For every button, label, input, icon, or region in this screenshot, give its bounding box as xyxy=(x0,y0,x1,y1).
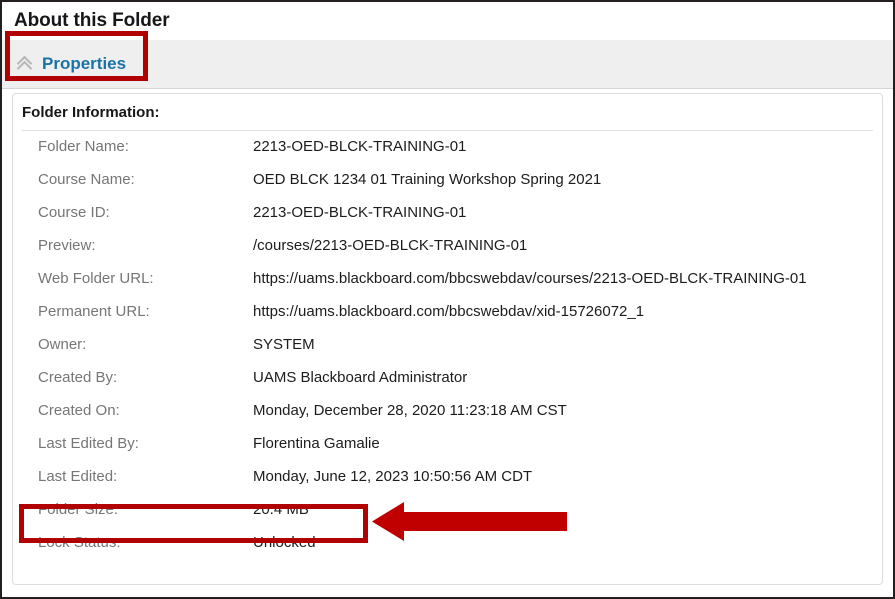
row-label: Preview: xyxy=(38,237,96,254)
table-row: Preview: /courses/2213-OED-BLCK-TRAINING… xyxy=(13,237,882,270)
row-label: Permanent URL: xyxy=(38,303,150,320)
row-label: Last Edited: xyxy=(38,468,118,485)
page-title: About this Folder xyxy=(14,10,170,31)
row-value: 20.4 MB xyxy=(253,501,309,518)
row-value: UAMS Blackboard Administrator xyxy=(253,369,468,386)
table-row: Owner: SYSTEM xyxy=(13,336,882,369)
row-value: Florentina Gamalie xyxy=(253,435,380,452)
folder-information-panel: Folder Information: Folder Name: 2213-OE… xyxy=(12,93,883,585)
chevron-up-double-icon xyxy=(16,55,34,77)
row-value: Unlocked xyxy=(253,534,316,551)
page-header: About this Folder xyxy=(2,2,893,40)
row-label: Last Edited By: xyxy=(38,435,139,452)
row-label: Course Name: xyxy=(38,171,135,188)
table-row: Lock Status: Unlocked xyxy=(13,534,882,567)
row-label: Owner: xyxy=(38,336,87,353)
section-heading: Folder Information: xyxy=(22,104,160,121)
row-label: Folder Name: xyxy=(38,138,129,155)
row-label: Lock Status: xyxy=(38,534,121,551)
row-label: Created By: xyxy=(38,369,118,386)
table-row: Folder Name: 2213-OED-BLCK-TRAINING-01 xyxy=(13,138,882,171)
table-row: Last Edited: Monday, June 12, 2023 10:50… xyxy=(13,468,882,501)
row-value: /courses/2213-OED-BLCK-TRAINING-01 xyxy=(253,237,528,254)
table-row: Permanent URL: https://uams.blackboard.c… xyxy=(13,303,882,336)
row-label: Created On: xyxy=(38,402,120,419)
row-value: Monday, June 12, 2023 10:50:56 AM CDT xyxy=(253,468,533,485)
tab-bar: Properties xyxy=(2,31,893,89)
row-value: https://uams.blackboard.com/bbcswebdav/c… xyxy=(253,270,807,287)
row-label: Folder Size: xyxy=(38,501,119,518)
table-row: Created By: UAMS Blackboard Administrato… xyxy=(13,369,882,402)
row-value: https://uams.blackboard.com/bbcswebdav/x… xyxy=(253,303,645,320)
row-value: OED BLCK 1234 01 Training Workshop Sprin… xyxy=(253,171,602,188)
row-value: 2213-OED-BLCK-TRAINING-01 xyxy=(253,138,467,155)
table-row: Last Edited By: Florentina Gamalie xyxy=(13,435,882,468)
table-row: Course Name: OED BLCK 1234 01 Training W… xyxy=(13,171,882,204)
tab-properties[interactable]: Properties xyxy=(2,40,145,88)
folder-information-table: Folder Name: 2213-OED-BLCK-TRAINING-01 C… xyxy=(13,138,882,567)
table-row: Created On: Monday, December 28, 2020 11… xyxy=(13,402,882,435)
table-row-folder-size: Folder Size: 20.4 MB xyxy=(13,501,882,534)
row-value: 2213-OED-BLCK-TRAINING-01 xyxy=(253,204,467,221)
row-value: Monday, December 28, 2020 11:23:18 AM CS… xyxy=(253,402,567,419)
table-row: Web Folder URL: https://uams.blackboard.… xyxy=(13,270,882,303)
row-value: SYSTEM xyxy=(253,336,315,353)
table-row: Course ID: 2213-OED-BLCK-TRAINING-01 xyxy=(13,204,882,237)
heading-divider xyxy=(22,130,873,131)
row-label: Course ID: xyxy=(38,204,110,221)
row-label: Web Folder URL: xyxy=(38,270,154,287)
about-this-folder-page: About this Folder Properties Folder Info… xyxy=(0,0,895,599)
tab-properties-label: Properties xyxy=(42,54,127,73)
